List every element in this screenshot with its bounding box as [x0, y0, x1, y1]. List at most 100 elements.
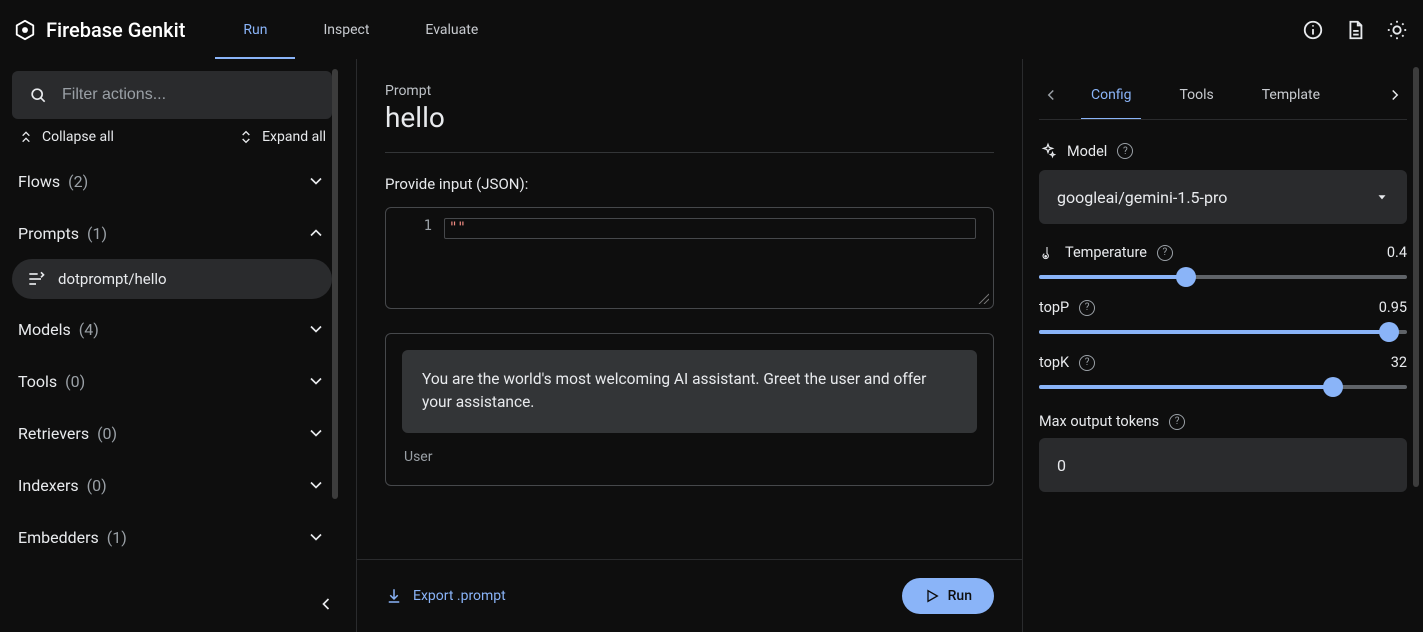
- group-models[interactable]: Models (4): [12, 307, 332, 351]
- resize-handle-icon[interactable]: [977, 292, 989, 304]
- help-icon[interactable]: ?: [1079, 355, 1095, 371]
- tabs-prev-icon[interactable]: [1039, 83, 1063, 107]
- group-indexers[interactable]: Indexers (0): [12, 463, 332, 507]
- temperature-slider[interactable]: [1039, 275, 1407, 279]
- input-label: Provide input (JSON):: [385, 175, 994, 193]
- expand-all-label: Expand all: [262, 129, 326, 145]
- tab-tools[interactable]: Tools: [1155, 71, 1237, 119]
- tab-config[interactable]: Config: [1067, 71, 1155, 119]
- nav-run[interactable]: Run: [215, 0, 295, 59]
- search-icon: [28, 85, 48, 105]
- sidebar-item-label: dotprompt/hello: [58, 270, 167, 288]
- temperature-label: Temperature: [1065, 244, 1147, 261]
- group-flows[interactable]: Flows (2): [12, 159, 332, 203]
- search[interactable]: [12, 71, 332, 119]
- help-icon[interactable]: ?: [1157, 245, 1173, 261]
- group-indexers-label: Indexers: [18, 476, 79, 495]
- group-tools-label: Tools: [18, 372, 57, 391]
- code-line-number: 1: [424, 218, 432, 234]
- run-label: Run: [948, 588, 972, 604]
- search-input[interactable]: [62, 86, 316, 104]
- temperature-value: 0.4: [1387, 244, 1407, 261]
- json-input[interactable]: 1 "": [385, 207, 994, 309]
- code-gutter: 1: [386, 208, 444, 308]
- divider: [385, 152, 994, 153]
- header: Firebase Genkit Run Inspect Evaluate: [0, 0, 1423, 59]
- chevron-down-icon: [306, 171, 326, 191]
- export-label: Export .prompt: [413, 588, 506, 604]
- group-indexers-count: (0): [87, 476, 107, 495]
- main-panel: Prompt hello Provide input (JSON): 1 "": [357, 59, 1023, 632]
- code-content: "": [449, 220, 466, 236]
- max-tokens-label: Max output tokens: [1039, 413, 1159, 430]
- group-embedders-count: (1): [107, 528, 127, 547]
- chevron-down-icon: [306, 527, 326, 547]
- tabs-next-icon[interactable]: [1383, 83, 1407, 107]
- group-models-label: Models: [18, 320, 71, 339]
- group-retrievers-label: Retrievers: [18, 424, 89, 443]
- play-icon: [924, 588, 940, 604]
- max-tokens-input[interactable]: 0: [1039, 438, 1407, 492]
- run-button[interactable]: Run: [902, 578, 994, 614]
- max-tokens-value: 0: [1057, 456, 1066, 475]
- nav-evaluate[interactable]: Evaluate: [397, 0, 506, 59]
- topP-value: 0.95: [1379, 299, 1407, 316]
- sparkles-icon: [1039, 142, 1057, 160]
- document-icon[interactable]: [1343, 18, 1367, 42]
- chevron-up-icon: [306, 223, 326, 243]
- sidebar-collapse-toggle[interactable]: [0, 576, 356, 632]
- group-embedders-label: Embedders: [18, 528, 99, 547]
- download-icon: [385, 587, 403, 605]
- logo-icon: [14, 19, 36, 41]
- breadcrumb: Prompt: [385, 83, 994, 99]
- nav-inspect[interactable]: Inspect: [295, 0, 397, 59]
- chevron-down-icon: [306, 423, 326, 443]
- collapse-all-label: Collapse all: [42, 129, 114, 145]
- expand-icon: [238, 129, 254, 145]
- sidebar-scrollbar[interactable]: [332, 59, 338, 574]
- tab-template[interactable]: Template: [1238, 71, 1344, 119]
- expand-all-button[interactable]: Expand all: [238, 129, 326, 145]
- chevron-down-icon: [306, 371, 326, 391]
- model-select[interactable]: googleai/gemini-1.5-pro: [1039, 170, 1407, 224]
- system-message: You are the world's most welcoming AI as…: [402, 350, 977, 433]
- group-prompts-count: (1): [87, 224, 107, 243]
- dropdown-icon: [1375, 190, 1389, 204]
- group-retrievers[interactable]: Retrievers (0): [12, 411, 332, 455]
- group-tools[interactable]: Tools (0): [12, 359, 332, 403]
- role-label: User: [402, 433, 977, 469]
- sidebar-item-dotprompt-hello[interactable]: dotprompt/hello: [12, 259, 332, 299]
- model-label: Model: [1067, 143, 1107, 160]
- top-nav: Run Inspect Evaluate: [215, 0, 506, 59]
- config-panel: Config Tools Template Model ?: [1023, 59, 1423, 632]
- group-flows-label: Flows: [18, 172, 60, 191]
- prompt-item-icon: [26, 269, 46, 289]
- group-flows-count: (2): [68, 172, 88, 191]
- brand: Firebase Genkit: [14, 18, 185, 42]
- topK-slider[interactable]: [1039, 385, 1407, 389]
- group-embedders[interactable]: Embedders (1): [12, 515, 332, 559]
- collapse-icon: [18, 129, 34, 145]
- group-prompts[interactable]: Prompts (1): [12, 211, 332, 255]
- model-value: googleai/gemini-1.5-pro: [1057, 188, 1227, 207]
- help-icon[interactable]: ?: [1117, 143, 1133, 159]
- thermometer-icon: [1039, 245, 1055, 261]
- sidebar: Collapse all Expand all Flows (2): [0, 59, 344, 632]
- export-button[interactable]: Export .prompt: [385, 587, 506, 605]
- chevron-down-icon: [306, 475, 326, 495]
- page-title: hello: [385, 101, 994, 134]
- topP-slider[interactable]: [1039, 330, 1407, 334]
- theme-toggle-icon[interactable]: [1385, 18, 1409, 42]
- topP-label: topP: [1039, 299, 1069, 316]
- info-icon[interactable]: [1301, 18, 1325, 42]
- prompt-preview: You are the world's most welcoming AI as…: [385, 333, 994, 486]
- chevron-down-icon: [306, 319, 326, 339]
- right-scrollbar[interactable]: [1413, 59, 1419, 632]
- topK-value: 32: [1391, 354, 1407, 371]
- group-prompts-label: Prompts: [18, 224, 79, 243]
- group-tools-count: (0): [65, 372, 85, 391]
- group-retrievers-count: (0): [97, 424, 117, 443]
- help-icon[interactable]: ?: [1079, 300, 1095, 316]
- help-icon[interactable]: ?: [1169, 414, 1185, 430]
- collapse-all-button[interactable]: Collapse all: [18, 129, 114, 145]
